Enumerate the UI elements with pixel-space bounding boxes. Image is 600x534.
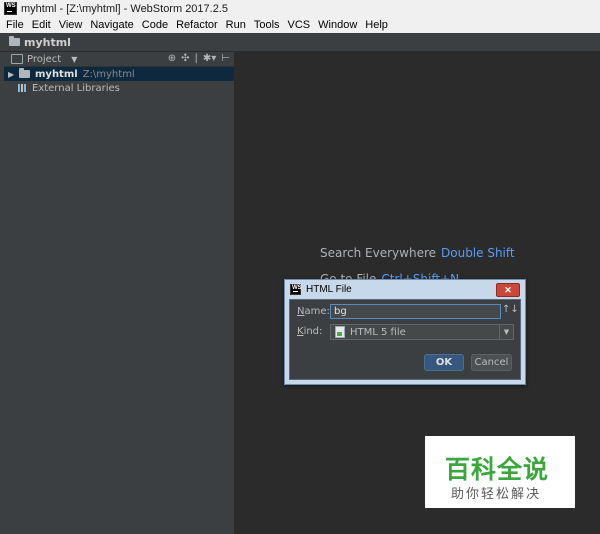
- hint-text: Search Everywhere: [320, 246, 436, 260]
- project-panel-title[interactable]: Project: [27, 54, 61, 65]
- dialog-title-bar: HTML File ✕: [285, 280, 525, 298]
- tree-item-label: myhtml: [35, 68, 78, 80]
- gear-icon[interactable]: ✱▾: [203, 53, 216, 64]
- hint-search-everywhere: Search Everywhere Double Shift: [320, 246, 515, 260]
- kind-selected-value: HTML 5 file: [350, 326, 406, 338]
- ok-button[interactable]: OK: [424, 354, 464, 371]
- cancel-button[interactable]: Cancel: [471, 354, 512, 371]
- chevron-down-icon[interactable]: ▼: [71, 55, 77, 64]
- new-html-file-dialog: HTML File ✕ Name: bg ↑↓ Kind: HTML 5 fil…: [284, 279, 526, 385]
- watermark-subtitle: 助你轻松解决: [451, 487, 542, 502]
- menu-bar: File Edit View Navigate Code Refactor Ru…: [0, 17, 600, 34]
- menu-navigate[interactable]: Navigate: [86, 19, 137, 31]
- project-panel-toolbar: ⊕ ✣ | ✱▾ ⊢: [168, 53, 230, 64]
- watermark-title: 百科全说: [445, 455, 550, 484]
- collapse-all-icon[interactable]: ✣: [181, 53, 189, 64]
- menu-view[interactable]: View: [55, 19, 87, 31]
- folder-icon: [19, 68, 30, 78]
- close-icon[interactable]: ✕: [496, 283, 520, 297]
- tree-item-external-libraries[interactable]: External Libraries: [4, 81, 234, 95]
- menu-vcs[interactable]: VCS: [284, 19, 315, 31]
- navigation-bar: myhtml: [0, 33, 600, 52]
- project-tool-window: Project ▼ ⊕ ✣ | ✱▾ ⊢ ▶ myhtml Z:\myhtml …: [4, 52, 235, 534]
- menu-run[interactable]: Run: [222, 19, 250, 31]
- window-title: myhtml - [Z:\myhtml] - WebStorm 2017.2.5: [21, 2, 229, 15]
- kind-select[interactable]: HTML 5 file ▼: [330, 324, 514, 340]
- separator: |: [194, 53, 198, 64]
- menu-code[interactable]: Code: [138, 19, 172, 31]
- menu-tools[interactable]: Tools: [250, 19, 284, 31]
- folder-icon: [9, 36, 20, 46]
- dialog-body: Name: bg ↑↓ Kind: HTML 5 file ▼ OK Cance…: [289, 299, 521, 380]
- kind-label: Kind:: [297, 326, 323, 337]
- sort-arrows-icon[interactable]: ↑↓: [502, 304, 519, 315]
- hide-panel-icon[interactable]: ⊢: [221, 53, 230, 64]
- dialog-title: HTML File: [306, 283, 352, 295]
- tree-item-label: External Libraries: [32, 82, 120, 94]
- file-name-input[interactable]: bg: [330, 304, 501, 319]
- webstorm-logo-icon: [290, 283, 302, 295]
- menu-refactor[interactable]: Refactor: [172, 19, 222, 31]
- tree-item-path: Z:\myhtml: [82, 68, 135, 80]
- webstorm-logo-icon: [4, 2, 17, 15]
- project-panel-header: Project ▼ ⊕ ✣ | ✱▾ ⊢: [4, 52, 234, 67]
- menu-help[interactable]: Help: [361, 19, 392, 31]
- menu-window[interactable]: Window: [314, 19, 361, 31]
- menu-file[interactable]: File: [0, 19, 28, 31]
- watermark-logo: 百科全说 助你轻松解决: [425, 436, 575, 508]
- library-icon: [18, 84, 28, 92]
- scroll-from-source-icon[interactable]: ⊕: [168, 53, 176, 64]
- name-label: Name:: [297, 306, 330, 317]
- chevron-down-icon[interactable]: ▼: [499, 325, 513, 339]
- html-file-icon: [335, 326, 345, 338]
- expand-arrow-icon[interactable]: ▶: [8, 70, 18, 79]
- breadcrumb-project[interactable]: myhtml: [24, 36, 71, 49]
- hint-shortcut: Double Shift: [441, 246, 515, 260]
- tree-item-myhtml[interactable]: ▶ myhtml Z:\myhtml: [4, 67, 234, 81]
- project-view-icon: [11, 54, 23, 64]
- menu-edit[interactable]: Edit: [28, 19, 55, 31]
- window-title-bar: myhtml - [Z:\myhtml] - WebStorm 2017.2.5: [0, 0, 600, 17]
